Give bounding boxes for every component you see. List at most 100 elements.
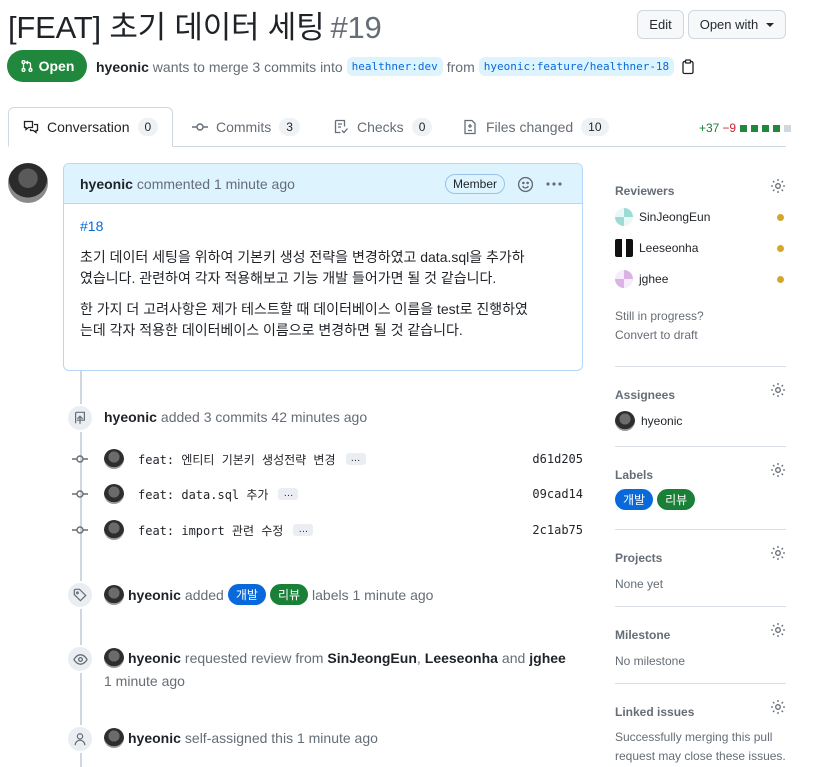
- pr-meta: hyeonic wants to merge 3 commits into he…: [96, 57, 695, 76]
- gear-icon[interactable]: [770, 699, 786, 715]
- person-icon: [66, 725, 94, 753]
- comment-author[interactable]: hyeonic: [80, 176, 133, 192]
- tab-conversation[interactable]: Conversation 0: [8, 107, 174, 147]
- tab-checks-count: 0: [411, 118, 433, 136]
- kebab-horizontal-icon[interactable]: [545, 177, 563, 191]
- commit-sha[interactable]: 2c1ab75: [532, 523, 583, 537]
- sidebar-labels-title: Labels: [615, 468, 654, 482]
- edit-button[interactable]: Edit: [637, 10, 684, 39]
- gear-icon[interactable]: [770, 545, 786, 561]
- commit-message[interactable]: feat: 엔티티 기본키 생성전략 변경: [138, 451, 336, 468]
- label-badge[interactable]: 개발: [227, 584, 266, 605]
- avatar[interactable]: [8, 163, 48, 203]
- state-label: Open: [38, 58, 75, 74]
- reviewer-name[interactable]: SinJeongEun: [639, 210, 710, 224]
- reviewer-item[interactable]: Leeseonha: [615, 239, 786, 257]
- commit-row[interactable]: feat: 엔티티 기본키 생성전략 변경 … d61d205: [70, 449, 583, 469]
- member-badge: Member: [445, 174, 506, 194]
- assign-event-text: self-assigned this 1 minute ago: [184, 730, 378, 746]
- sidebar-labels: Labels: [615, 463, 786, 484]
- sidebar-linked-issues: Linked issues Successfully merging this …: [615, 700, 786, 766]
- expand-commit-button[interactable]: …: [345, 453, 366, 465]
- avatar[interactable]: [104, 520, 124, 540]
- author-link[interactable]: hyeonic: [96, 59, 149, 75]
- assignee-name[interactable]: hyeonic: [641, 414, 682, 428]
- diffstat-block: [784, 124, 792, 132]
- avatar[interactable]: [104, 584, 124, 605]
- review-event: hyeonic requested review from SinJeongEu…: [104, 648, 566, 668]
- labels-event: hyeonic added 개발 리뷰 labels 1 minute ago: [104, 584, 433, 605]
- reviewer-name[interactable]: Leeseonha: [639, 241, 698, 255]
- commits-event-author[interactable]: hyeonic: [104, 409, 157, 425]
- gear-icon[interactable]: [770, 462, 786, 478]
- sidebar-linked-title: Linked issues: [615, 705, 695, 719]
- sidebar-reviewers-title: Reviewers: [615, 184, 675, 198]
- open-with-button[interactable]: Open with: [688, 10, 786, 39]
- commits-event-text: added 3 commits 42 minutes ago: [160, 409, 368, 425]
- commit-message[interactable]: feat: data.sql 추가: [138, 486, 268, 503]
- reviewer-link[interactable]: Leeseonha: [425, 650, 498, 666]
- avatar[interactable]: [104, 484, 124, 504]
- gear-icon[interactable]: [770, 382, 786, 398]
- tab-commits-label: Commits: [216, 119, 272, 135]
- gear-icon[interactable]: [770, 178, 786, 194]
- commit-row[interactable]: feat: import 관련 수정 … 2c1ab75: [70, 520, 583, 540]
- avatar[interactable]: [104, 648, 124, 668]
- reviewer-item[interactable]: SinJeongEun: [615, 208, 786, 226]
- pending-review-dot: [777, 244, 784, 252]
- commits-event: hyeonic added 3 commits 42 minutes ago: [104, 409, 367, 425]
- expand-commit-button[interactable]: …: [278, 488, 299, 500]
- reviewer-link[interactable]: SinJeongEun: [327, 650, 416, 666]
- git-commit-icon: [192, 123, 208, 131]
- linked-issues-line: Successfully merging this pull: [615, 730, 773, 744]
- label-badge[interactable]: 개발: [615, 489, 654, 510]
- expand-commit-button[interactable]: …: [293, 524, 314, 536]
- assign-event: hyeonic self-assigned this 1 minute ago: [104, 728, 378, 748]
- commit-message[interactable]: feat: import 관련 수정: [138, 522, 283, 539]
- milestone-value: No milestone: [615, 654, 686, 668]
- review-event-author[interactable]: hyeonic: [128, 650, 181, 666]
- diffstat: +37 −9: [699, 121, 792, 135]
- commit-row[interactable]: feat: data.sql 추가 … 09cad14: [70, 484, 583, 504]
- commit-sha[interactable]: d61d205: [532, 452, 583, 466]
- reviewer-name[interactable]: jghee: [639, 272, 668, 286]
- base-branch[interactable]: healthner:dev: [346, 57, 443, 76]
- assignee-item[interactable]: hyeonic: [615, 411, 786, 431]
- diffstat-block: [751, 124, 759, 132]
- git-commit-icon: [70, 454, 90, 464]
- assign-event-author[interactable]: hyeonic: [128, 730, 181, 746]
- tab-conversation-count: 0: [137, 118, 159, 136]
- avatar[interactable]: [104, 728, 124, 748]
- labels-event-author[interactable]: hyeonic: [128, 587, 181, 603]
- sidebar-projects: Projects None yet: [615, 546, 786, 594]
- label-badge[interactable]: 리뷰: [269, 584, 309, 605]
- comment-paragraph: 였습니다. 관련하여 각자 적용해보고 기능 개발 들어가면 될 것 같습니다.: [80, 270, 497, 286]
- tab-commits[interactable]: Commits 3: [192, 107, 300, 147]
- draft-prompt: Still in progress? Convert to draft: [615, 307, 786, 345]
- copy-icon[interactable]: [681, 58, 695, 75]
- commit-sha[interactable]: 09cad14: [532, 487, 583, 501]
- convert-to-draft-link[interactable]: Convert to draft: [615, 326, 786, 345]
- chevron-down-icon: [766, 22, 775, 27]
- issue-link[interactable]: #18: [80, 218, 103, 234]
- linked-issues-text: Successfully merging this pull request m…: [615, 728, 786, 766]
- comment-discussion-icon: [23, 120, 39, 134]
- tab-conversation-label: Conversation: [47, 119, 130, 135]
- linked-issues-line: request may close these issues.: [615, 749, 786, 763]
- comment-paragraph: 한 가지 더 고려사항은 제가 테스트할 때 데이터베이스 이름을 test로 …: [80, 301, 528, 317]
- sidebar-divider: [615, 446, 786, 447]
- reviewer-link[interactable]: jghee: [529, 650, 566, 666]
- git-commit-icon: [70, 525, 90, 535]
- reviewer-item[interactable]: jghee: [615, 270, 786, 288]
- sidebar-divider: [615, 683, 786, 684]
- gear-icon[interactable]: [770, 622, 786, 638]
- label-badge[interactable]: 리뷰: [657, 489, 696, 510]
- tab-files-changed[interactable]: Files changed 10: [462, 107, 609, 147]
- head-branch[interactable]: hyeonic:feature/healthner-18: [478, 57, 675, 76]
- tab-checks[interactable]: Checks 0: [333, 107, 433, 147]
- pr-title-text: [FEAT] 초기 데이터 세팅: [8, 10, 325, 45]
- smiley-icon[interactable]: [517, 176, 534, 193]
- avatar[interactable]: [104, 449, 124, 469]
- tab-files-changed-label: Files changed: [486, 119, 574, 135]
- review-event-text: requested review from: [184, 650, 324, 666]
